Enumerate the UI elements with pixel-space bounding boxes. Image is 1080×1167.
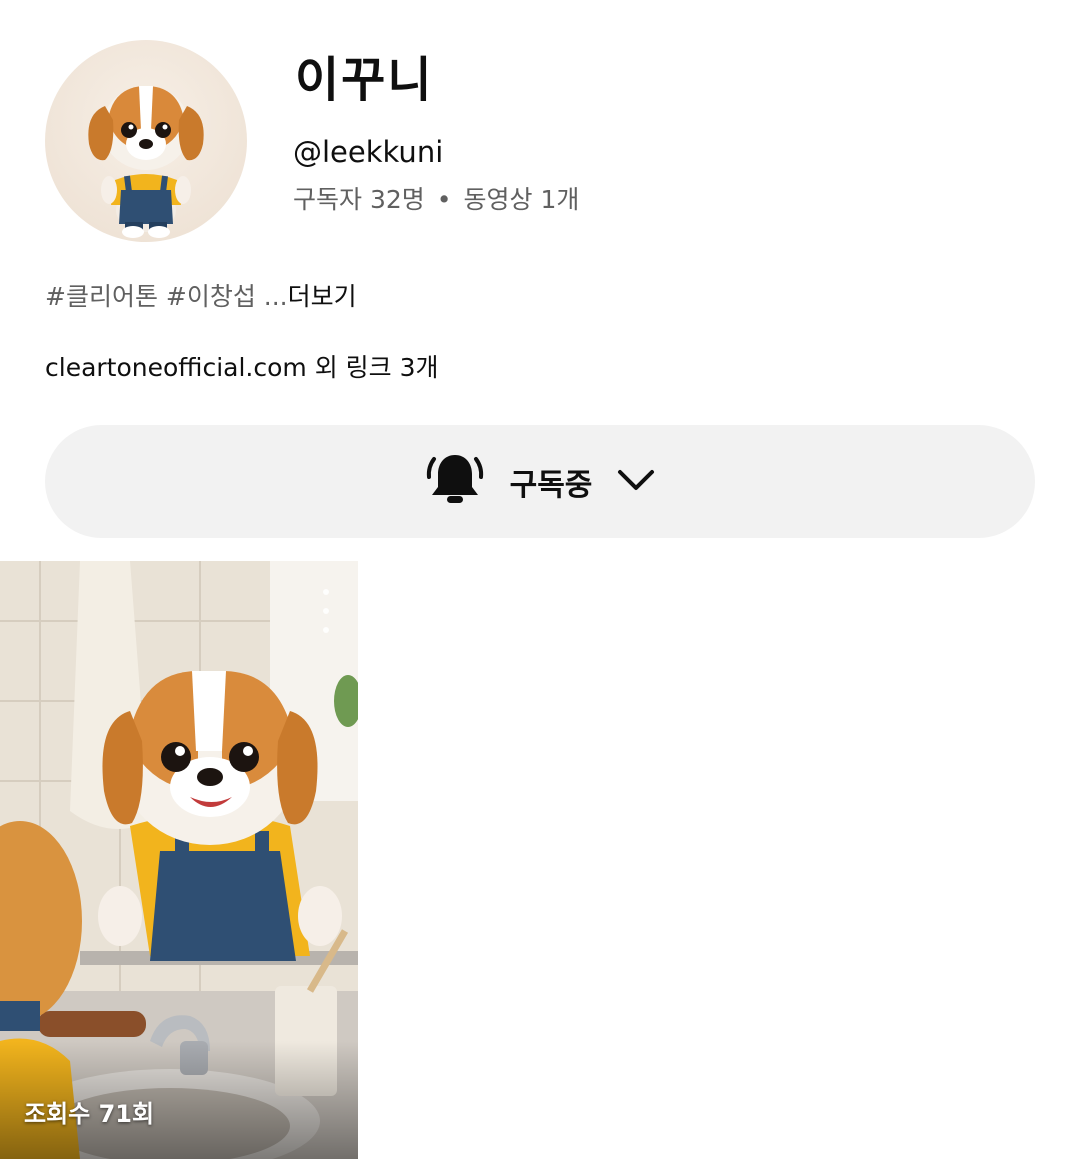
more-vert-icon[interactable]	[320, 589, 332, 633]
thumbnail-image	[0, 561, 358, 1159]
description-text: #클리어톤 #이창섭 ...	[45, 282, 288, 311]
more-link[interactable]: 더보기	[288, 282, 357, 311]
more-dot	[323, 589, 329, 595]
channel-handle: @leekkuni	[293, 135, 444, 169]
shorts-thumbnail[interactable]: 조회수 71회	[0, 561, 358, 1159]
channel-name: 이꾸니	[295, 52, 434, 108]
channel-links[interactable]: cleartoneofficial.com 외 링크 3개	[45, 351, 439, 385]
chevron-down-icon	[614, 458, 658, 506]
channel-page: 이꾸니 @leekkuni 구독자 32명 • 동영상 1개 #클리어톤 #이창섭 …	[0, 0, 1080, 1167]
subscribed-label: 구독중	[509, 467, 593, 503]
video-count: 동영상 1개	[463, 185, 580, 214]
view-count: 조회수 71회	[24, 1100, 155, 1128]
bell-icon	[422, 447, 488, 517]
channel-stats: 구독자 32명 • 동영상 1개	[293, 183, 579, 217]
more-dot	[323, 608, 329, 614]
channel-avatar[interactable]	[45, 40, 247, 242]
stats-separator: •	[436, 185, 452, 214]
subscriber-count: 구독자 32명	[293, 185, 425, 214]
channel-description[interactable]: #클리어톤 #이창섭 ...더보기	[45, 280, 357, 314]
more-dot	[323, 627, 329, 633]
subscribed-button[interactable]: 구독중	[45, 425, 1035, 538]
